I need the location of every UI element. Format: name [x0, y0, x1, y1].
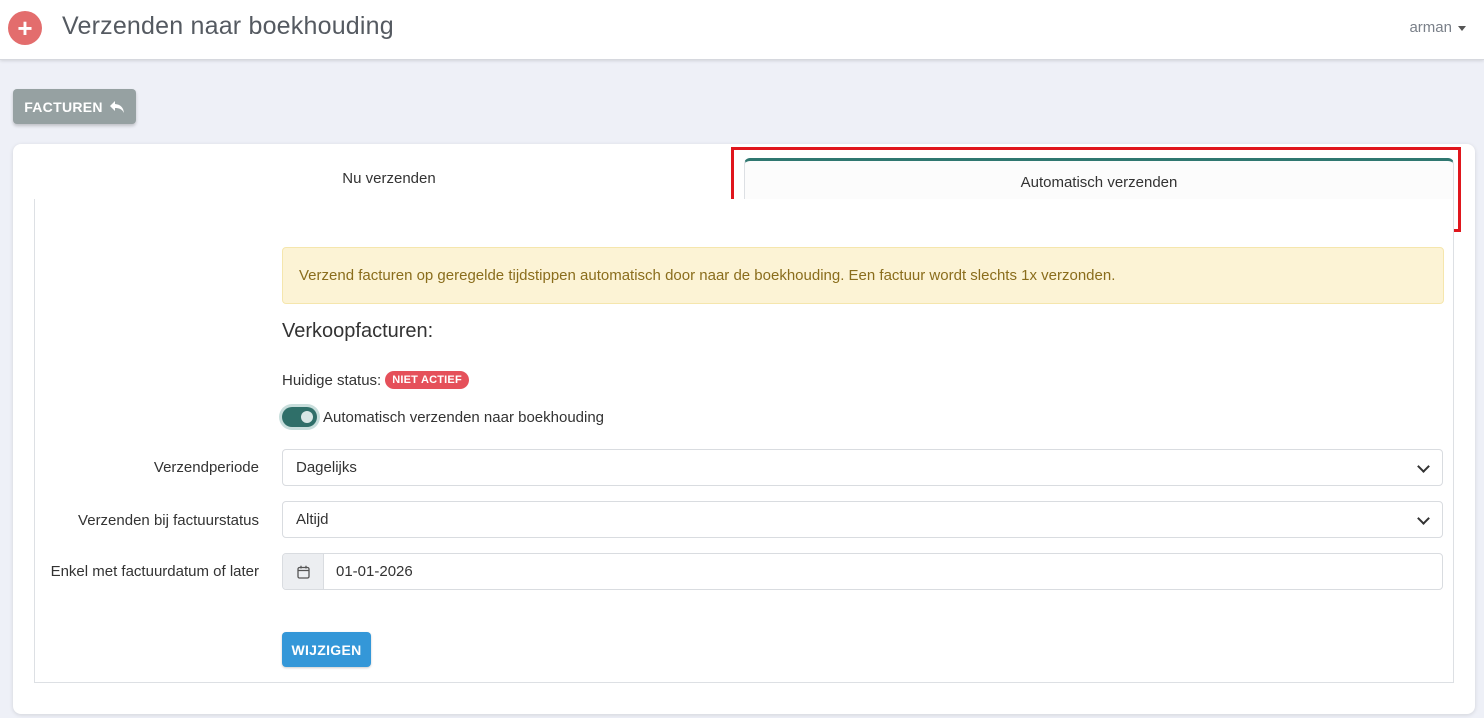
status-line: Huidige status: NIET ACTIEF — [282, 371, 469, 389]
caret-down-icon — [1458, 25, 1466, 31]
section-title: Verkoopfacturen: — [282, 320, 434, 342]
back-button-label: FACTUREN — [24, 98, 103, 115]
user-menu[interactable]: arman — [1409, 19, 1466, 36]
toggle-label: Automatisch verzenden naar boekhouding — [323, 408, 605, 426]
invoice-status-select[interactable]: Altijd — [282, 501, 1443, 538]
invoice-status-label: Verzenden bij factuurstatus — [78, 512, 259, 529]
auto-send-toggle[interactable] — [282, 407, 317, 427]
auto-send-toggle-row: Automatisch verzenden naar boekhouding — [282, 407, 604, 427]
status-label: Huidige status: — [282, 371, 382, 389]
info-alert: Verzend facturen op geregelde tijdstippe… — [282, 247, 1444, 304]
period-select[interactable]: Dagelijks — [282, 449, 1443, 486]
plus-icon[interactable]: + — [8, 11, 42, 45]
calendar-icon[interactable] — [283, 554, 324, 589]
facturen-back-button[interactable]: FACTUREN — [13, 89, 136, 124]
tab-panel: Verzend facturen op geregelde tijdstippe… — [34, 199, 1454, 683]
reply-icon — [109, 100, 124, 113]
wijzigen-button[interactable]: WIJZIGEN — [282, 632, 371, 667]
main-card: Nu verzenden Automatisch verzenden Verze… — [13, 144, 1475, 714]
date-input-group[interactable]: 01-01-2026 — [282, 553, 1443, 590]
page-title: Verzenden naar boekhouding — [62, 12, 394, 40]
date-field[interactable]: 01-01-2026 — [324, 554, 413, 589]
chevron-down-icon — [1417, 460, 1430, 473]
period-value: Dagelijks — [296, 459, 357, 476]
top-header: + Verzenden naar boekhouding arman — [0, 0, 1484, 60]
tab-bar: Nu verzenden Automatisch verzenden — [34, 158, 1455, 204]
period-label: Verzendperiode — [153, 459, 259, 476]
date-label: Enkel met factuurdatum of later — [50, 563, 259, 580]
toggle-knob — [301, 411, 313, 423]
tab-automatisch-verzenden[interactable]: Automatisch verzenden — [744, 158, 1454, 204]
invoice-status-value: Altijd — [296, 511, 329, 528]
status-badge: NIET ACTIEF — [385, 371, 469, 389]
user-name: arman — [1409, 19, 1452, 36]
tab-nu-verzenden[interactable]: Nu verzenden — [34, 158, 744, 200]
chevron-down-icon — [1417, 512, 1430, 525]
